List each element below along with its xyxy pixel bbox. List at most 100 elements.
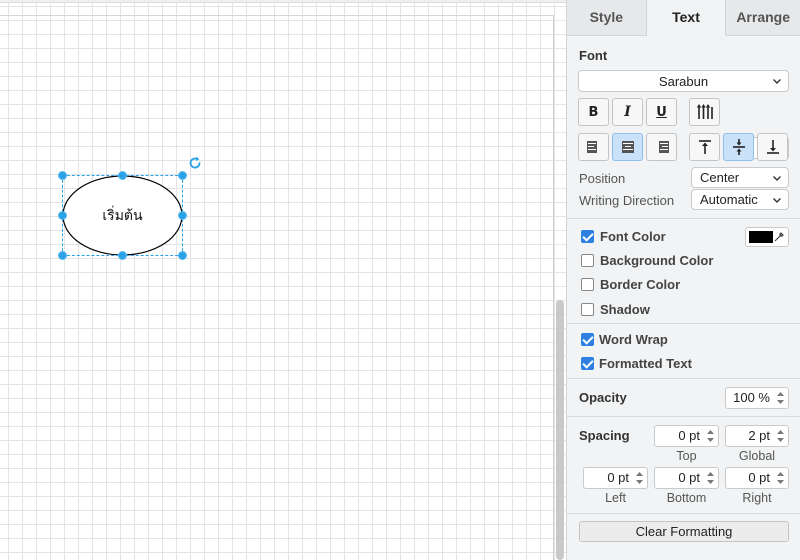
- align-center-icon: [621, 141, 634, 153]
- italic-button[interactable]: I: [612, 98, 643, 126]
- chevron-down-icon: [773, 197, 781, 203]
- vertical-text-icon: [696, 104, 713, 119]
- stepper-icon[interactable]: [705, 469, 716, 487]
- underline-icon: U: [656, 104, 667, 120]
- spacing-title: Spacing: [579, 428, 630, 443]
- spacing-left-value: 0 pt: [607, 470, 629, 485]
- formatted-text-checkbox[interactable]: [581, 357, 594, 370]
- tab-style[interactable]: Style: [567, 0, 647, 36]
- colors-section: Font Color Background Color Border Color…: [567, 219, 800, 324]
- stepper-icon[interactable]: [634, 469, 645, 487]
- resize-handle-nw[interactable]: [58, 171, 67, 180]
- format-panel: Style Text Arrange Font Sarabun B I U 14…: [566, 0, 800, 560]
- word-wrap-label: Word Wrap: [599, 332, 668, 347]
- italic-icon: I: [624, 104, 631, 120]
- resize-handle-e[interactable]: [178, 211, 187, 220]
- spacing-right-value: 0 pt: [748, 470, 770, 485]
- resize-handle-w[interactable]: [58, 211, 67, 220]
- tab-arrange[interactable]: Arrange: [726, 0, 800, 36]
- position-value: Center: [700, 170, 740, 185]
- position-label: Position: [579, 171, 626, 186]
- shadow-checkbox[interactable]: [581, 303, 594, 316]
- opacity-value: 100 %: [733, 390, 770, 405]
- position-select[interactable]: Center: [691, 167, 789, 188]
- stepper-icon[interactable]: [775, 389, 786, 407]
- font-family-value: Sarabun: [658, 73, 709, 89]
- page-edge-top: [0, 15, 554, 16]
- writing-direction-value: Automatic: [700, 192, 758, 207]
- font-color-checkbox[interactable]: [581, 230, 594, 243]
- spacing-global-value: 2 pt: [748, 428, 770, 443]
- stepper-icon[interactable]: [705, 427, 716, 445]
- spacing-left-input[interactable]: 0 pt: [583, 467, 648, 489]
- spacing-top-input[interactable]: 0 pt: [654, 425, 719, 447]
- shape-label[interactable]: เริ่มต้น: [62, 175, 183, 256]
- font-section-title: Font: [579, 48, 608, 63]
- ellipse-shape[interactable]: เริ่มต้น: [62, 175, 183, 256]
- clear-formatting-section: Clear Formatting: [567, 514, 800, 559]
- spacing-left-label: Left: [605, 491, 626, 505]
- word-wrap-checkbox[interactable]: [581, 333, 594, 346]
- align-bottom-button[interactable]: [757, 133, 788, 161]
- canvas-top-border: [0, 0, 566, 3]
- diagram-canvas[interactable]: เริ่มต้น: [0, 0, 566, 560]
- spacing-top-value: 0 pt: [678, 428, 700, 443]
- tab-text[interactable]: Text: [646, 0, 727, 36]
- chevron-down-icon: [773, 175, 781, 181]
- align-left-button[interactable]: [578, 133, 609, 161]
- align-middle-icon: [732, 139, 745, 155]
- wrap-section: Word Wrap Formatted Text: [567, 324, 800, 379]
- vertical-scrollbar[interactable]: [556, 300, 564, 560]
- rotate-icon[interactable]: [187, 155, 203, 171]
- font-section: Font Sarabun B I U 14 px Position Center…: [567, 36, 800, 219]
- shadow-label: Shadow: [600, 302, 650, 317]
- align-left-icon: [586, 141, 597, 153]
- bold-button[interactable]: B: [578, 98, 609, 126]
- resize-handle-ne[interactable]: [178, 171, 187, 180]
- spacing-global-input[interactable]: 2 pt: [725, 425, 789, 447]
- writing-direction-select[interactable]: Automatic: [691, 189, 789, 210]
- align-right-icon: [658, 141, 669, 153]
- align-center-button[interactable]: [612, 133, 643, 161]
- page-edge-right: [553, 16, 554, 560]
- font-color-label: Font Color: [600, 229, 666, 244]
- stepper-icon[interactable]: [775, 427, 786, 445]
- opacity-input[interactable]: 100 %: [725, 387, 789, 409]
- align-top-icon: [698, 140, 711, 154]
- spacing-bottom-input[interactable]: 0 pt: [654, 467, 719, 489]
- font-color-picker[interactable]: [745, 227, 789, 247]
- align-right-button[interactable]: [646, 133, 677, 161]
- clear-formatting-button[interactable]: Clear Formatting: [579, 521, 789, 542]
- formatted-text-label: Formatted Text: [599, 356, 692, 371]
- spacing-bottom-value: 0 pt: [678, 470, 700, 485]
- opacity-title: Opacity: [579, 390, 627, 405]
- spacing-right-input[interactable]: 0 pt: [725, 467, 789, 489]
- spacing-global-label: Global: [738, 449, 776, 463]
- bold-icon: B: [588, 104, 599, 120]
- spacing-top-label: Top: [676, 449, 697, 463]
- border-color-label: Border Color: [600, 277, 681, 292]
- align-top-button[interactable]: [689, 133, 720, 161]
- resize-handle-se[interactable]: [178, 251, 187, 260]
- align-bottom-icon: [766, 140, 779, 154]
- background-color-checkbox[interactable]: [581, 254, 594, 267]
- spacing-right-label: Right: [742, 491, 772, 505]
- font-family-select[interactable]: Sarabun: [578, 70, 789, 92]
- background-color-label: Background Color: [600, 253, 714, 268]
- resize-handle-s[interactable]: [118, 251, 127, 260]
- writing-direction-label: Writing Direction: [579, 193, 675, 208]
- spacing-section: Spacing 0 pt Top 2 pt Global 0 pt Left 0…: [567, 417, 800, 514]
- stepper-icon[interactable]: [775, 469, 786, 487]
- opacity-section: Opacity 100 %: [567, 379, 800, 417]
- format-tabs: Style Text Arrange: [567, 0, 800, 36]
- resize-handle-n[interactable]: [118, 171, 127, 180]
- border-color-checkbox[interactable]: [581, 278, 594, 291]
- eyedropper-icon[interactable]: [773, 231, 785, 243]
- font-color-swatch: [749, 231, 773, 243]
- resize-handle-sw[interactable]: [58, 251, 67, 260]
- chevron-down-icon: [773, 79, 781, 84]
- spacing-bottom-label: Bottom: [666, 491, 707, 505]
- align-middle-button[interactable]: [723, 133, 754, 161]
- underline-button[interactable]: U: [646, 98, 677, 126]
- vertical-text-button[interactable]: [689, 98, 720, 126]
